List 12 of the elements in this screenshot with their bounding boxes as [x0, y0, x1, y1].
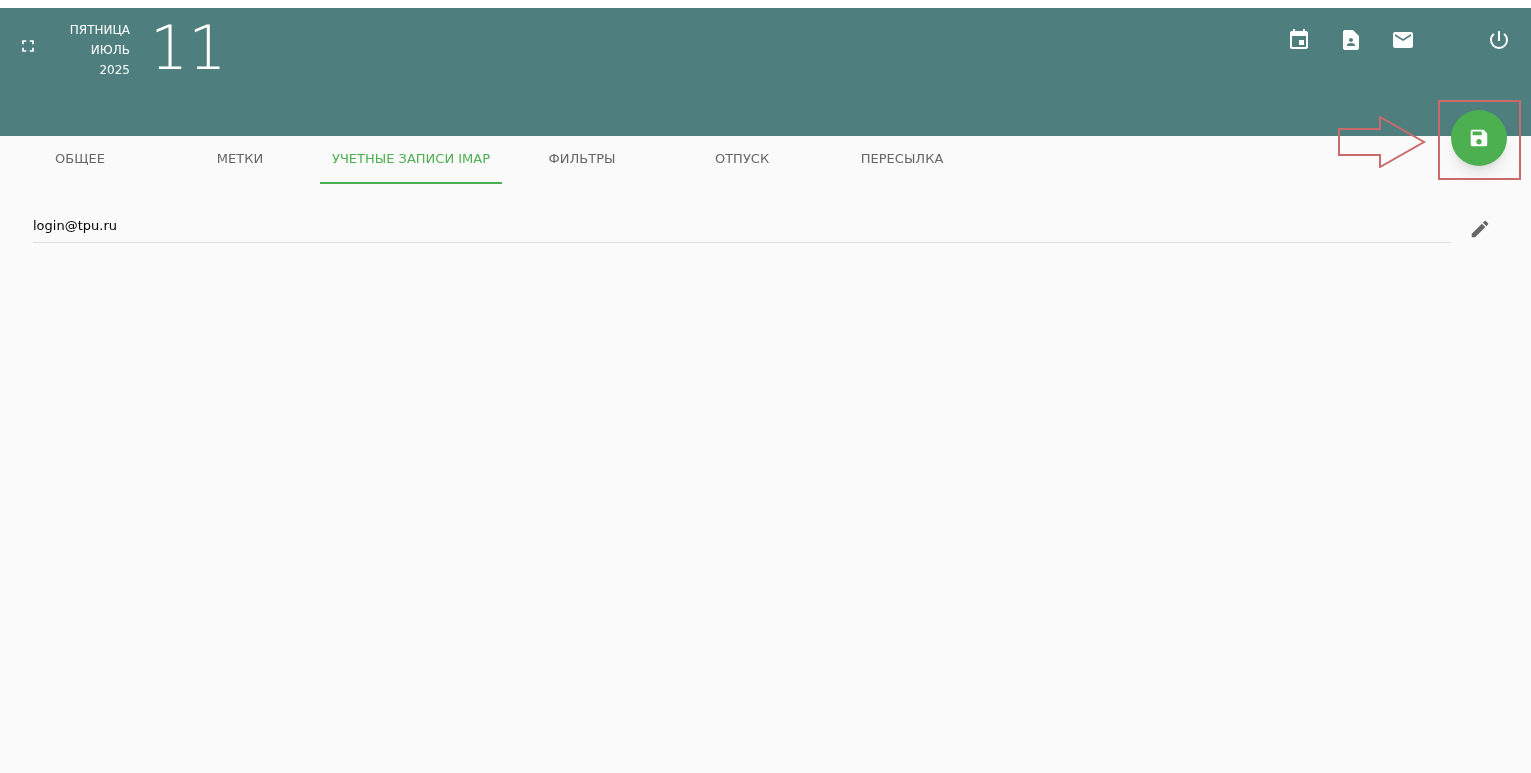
calendar-icon[interactable] [1287, 28, 1311, 52]
settings-tab[interactable]: МЕТКИ [160, 136, 320, 184]
settings-tab[interactable]: ФИЛЬТРЫ [502, 136, 663, 184]
month-label: ИЮЛЬ [90, 42, 130, 59]
settings-tab[interactable]: ОТПУСК [662, 136, 823, 184]
power-icon[interactable] [1487, 28, 1511, 52]
settings-tab[interactable]: ПЕРЕСЫЛКА [822, 136, 983, 184]
day-number: 11 [150, 16, 227, 80]
weekday-label: ПЯТНИЦА [69, 22, 130, 39]
account-email: login@tpu.ru [33, 216, 1451, 243]
settings-tab[interactable]: ОБЩЕЕ [0, 136, 160, 184]
year-label: 2025 [99, 62, 130, 79]
